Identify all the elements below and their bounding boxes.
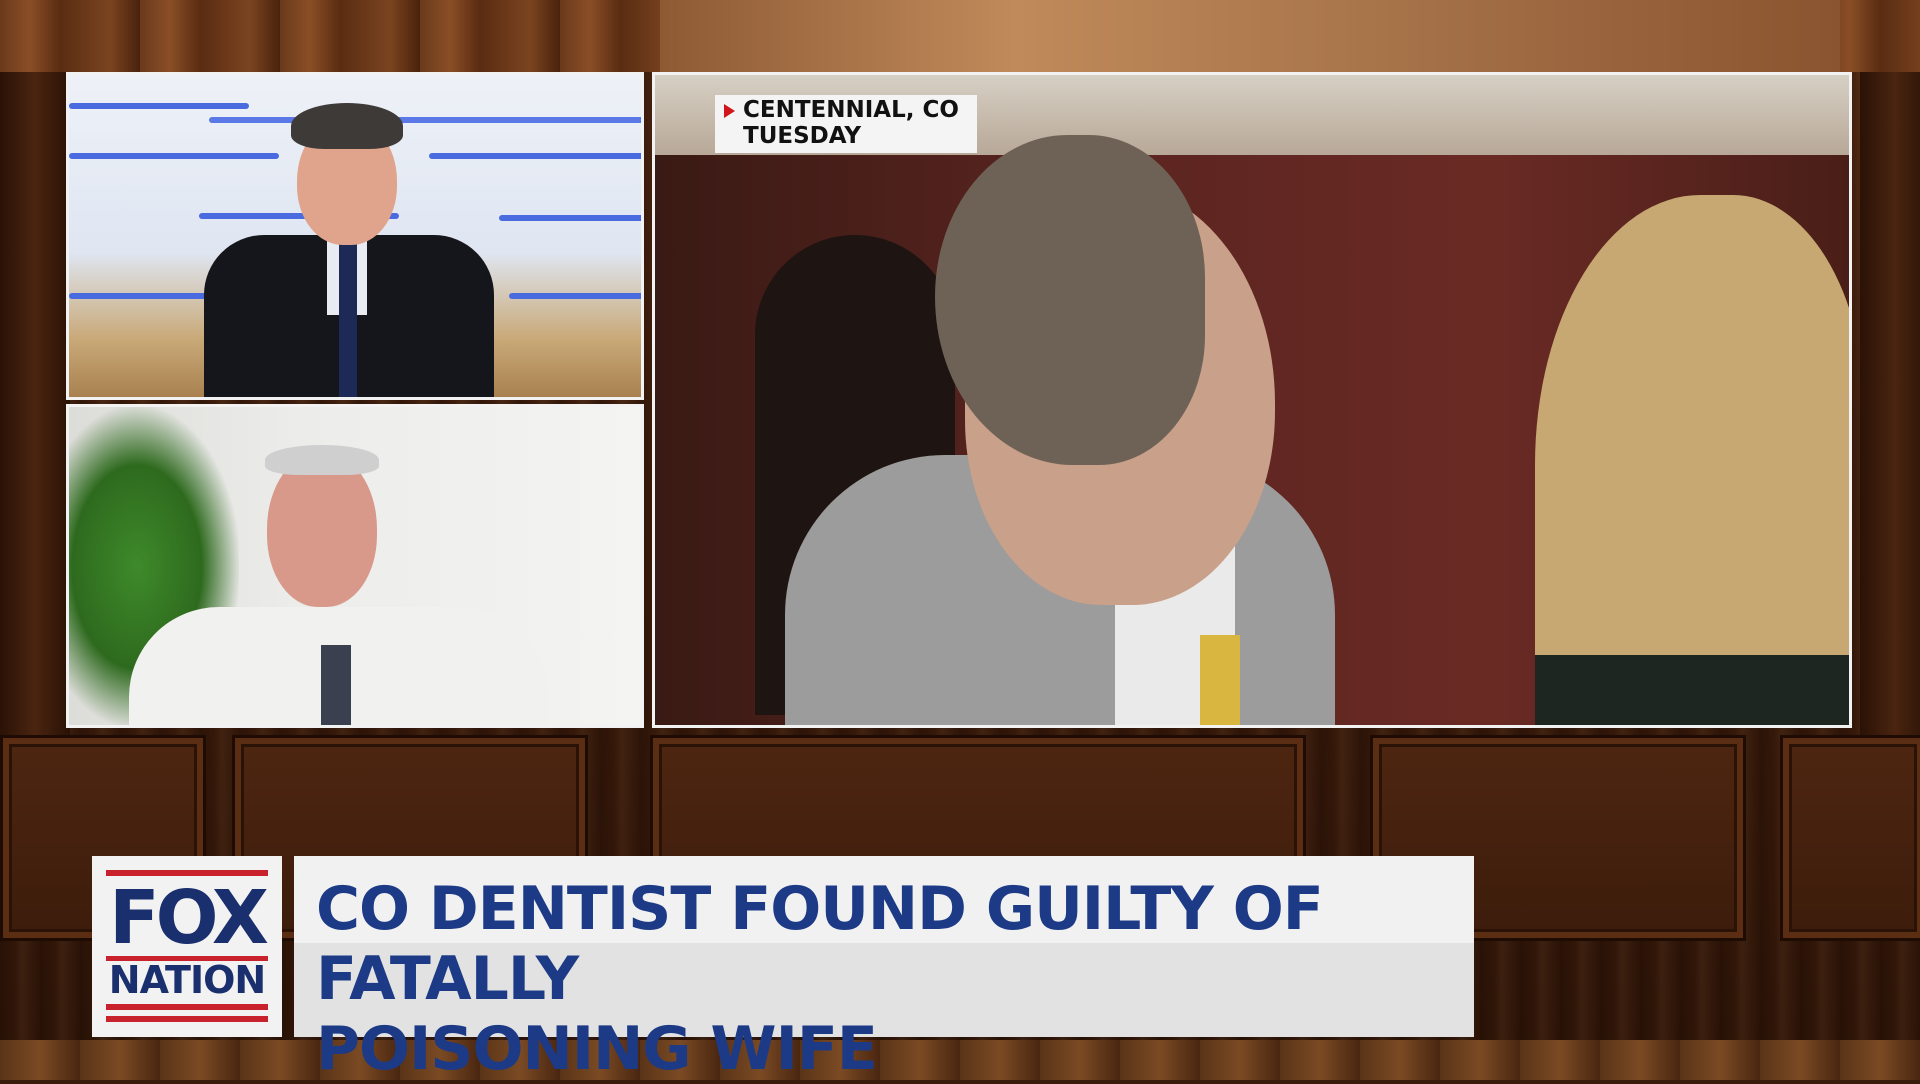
guest-video-frame bbox=[66, 404, 644, 728]
headline-line-2: POISONING WIFE bbox=[316, 1014, 878, 1084]
host-video-frame bbox=[66, 72, 644, 400]
logo-nation-text: NATION bbox=[108, 958, 266, 1002]
location-tag: CENTENNIAL, CO TUESDAY bbox=[715, 95, 977, 153]
headline-line-1: CO DENTIST FOUND GUILTY OF FATALLY bbox=[316, 874, 1324, 1014]
wood-top-trim bbox=[0, 0, 1920, 72]
wood-right-pillar bbox=[1860, 72, 1920, 832]
headline-banner: CO DENTIST FOUND GUILTY OF FATALLY POISO… bbox=[294, 856, 1474, 1084]
location-city: CENTENNIAL, CO bbox=[743, 97, 959, 123]
location-day: TUESDAY bbox=[743, 123, 861, 149]
wood-panel bbox=[1780, 735, 1920, 941]
woman-hair bbox=[1535, 195, 1849, 725]
fox-nation-logo: FOX NATION bbox=[92, 856, 282, 1037]
play-marker-icon bbox=[724, 104, 735, 118]
logo-fox-text: FOX bbox=[109, 875, 269, 961]
wood-left-pillar bbox=[0, 72, 70, 832]
courtroom-video-frame: CENTENNIAL, CO TUESDAY bbox=[652, 72, 1852, 728]
